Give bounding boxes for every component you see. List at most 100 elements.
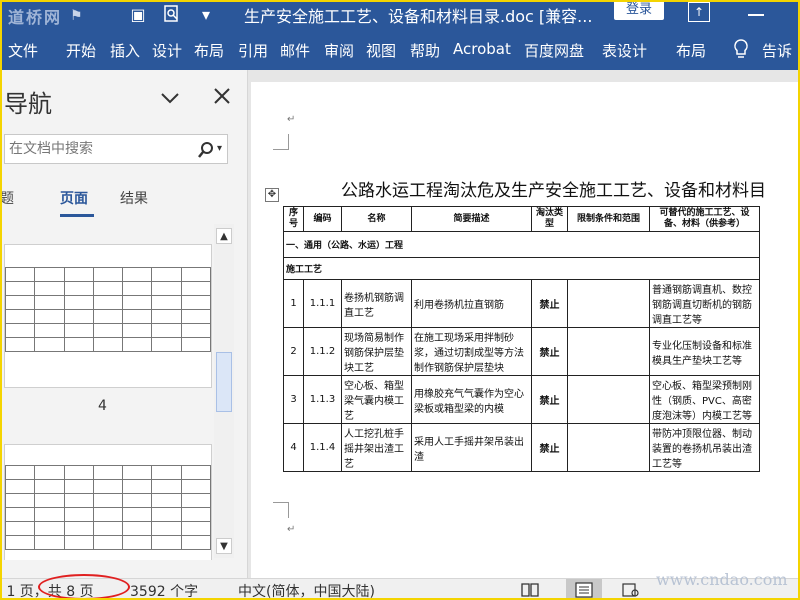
- ribbon-display-icon[interactable]: ↑: [688, 2, 710, 22]
- tab-mailings[interactable]: 邮件: [280, 40, 310, 61]
- tab-layout[interactable]: 布局: [194, 40, 224, 61]
- document-area: ↵ ✥ 公路水运工程淘汰危及生产安全施工工艺、设备和材料目 序号 编码 名称 简…: [249, 70, 800, 578]
- cell-limit: [567, 375, 650, 424]
- content-table[interactable]: 序号 编码 名称 简要描述 淘汰类型 限制条件和范围 可替代的施工工艺、设备、材…: [283, 206, 760, 472]
- thumbnail-scrollbar[interactable]: ▲ ▼: [214, 224, 234, 558]
- nav-tab-headings[interactable]: 标题: [0, 188, 14, 208]
- word-count[interactable]: 3592 个字: [130, 581, 198, 600]
- tab-references[interactable]: 引用: [238, 40, 268, 61]
- page-thumbnail-4[interactable]: [4, 244, 212, 388]
- site-watermark: 道桥网: [8, 8, 63, 27]
- cell-type: 禁止: [531, 279, 568, 328]
- column-header: 序号: [283, 206, 304, 232]
- tab-baidu-netdisk[interactable]: 百度网盘: [524, 40, 584, 61]
- cell-seq: 2: [283, 327, 304, 376]
- page-thumbnails: 4: [0, 234, 236, 560]
- scroll-down-icon[interactable]: ▼: [216, 538, 232, 554]
- print-layout-icon[interactable]: [566, 579, 602, 600]
- cell-alt: 带防冲顶限位器、制动装置的卷扬机吊装出渣工艺等: [649, 423, 760, 472]
- tab-help[interactable]: 帮助: [410, 40, 440, 61]
- minimize-icon[interactable]: [748, 14, 764, 16]
- print-preview-icon[interactable]: [162, 4, 182, 26]
- cell-limit: [567, 327, 650, 376]
- tab-review[interactable]: 审阅: [324, 40, 354, 61]
- chevron-down-icon[interactable]: [160, 90, 180, 104]
- table-row: 2 1.1.2 现场简易制作钢筋保护层垫块工艺 在施工现场采用拌制砂浆，通过切割…: [283, 327, 760, 376]
- thumbnail-page-number: 4: [98, 398, 107, 414]
- quick-access-icon[interactable]: ⚑: [70, 8, 94, 24]
- cell-name: 空心板、箱型梁气囊内模工艺: [341, 375, 412, 424]
- column-header: 编码: [303, 206, 342, 232]
- section-label: 一、通用（公路、水运）工程: [283, 231, 760, 258]
- cell-alt: 空心板、箱型梁预制刚性（钢质、PVC、高密度泡沫等）内模工艺等: [649, 375, 760, 424]
- login-button[interactable]: 登录: [614, 0, 664, 20]
- search-options-icon[interactable]: ▾: [217, 143, 222, 154]
- lightbulb-icon[interactable]: [732, 38, 750, 62]
- more-commands-icon[interactable]: ▾: [196, 4, 216, 26]
- tab-file[interactable]: 文件: [8, 40, 38, 61]
- table-row: 1 1.1.1 卷扬机钢筋调直工艺 利用卷扬机拉直钢筋 禁止 普通钢筋调直机、数…: [283, 279, 760, 328]
- column-header: 名称: [341, 206, 412, 232]
- cell-seq: 1: [283, 279, 304, 328]
- tab-design[interactable]: 设计: [152, 40, 182, 61]
- cell-desc: 采用人工手摇井架吊装出渣: [411, 423, 532, 472]
- nav-tab-results[interactable]: 结果: [120, 188, 148, 208]
- page-count-highlight: [38, 574, 130, 600]
- tab-tell-me[interactable]: 告诉: [762, 40, 792, 61]
- section-label: 施工工艺: [283, 257, 760, 280]
- table-row: 3 1.1.3 空心板、箱型梁气囊内模工艺 用橡胶充气气囊作为空心梁板或箱型梁的…: [283, 375, 760, 424]
- document-heading: 公路水运工程淘汰危及生产安全施工工艺、设备和材料目: [341, 181, 766, 201]
- cell-type: 禁止: [531, 327, 568, 376]
- cell-seq: 3: [283, 375, 304, 424]
- nav-tab-pages[interactable]: 页面: [60, 188, 88, 208]
- cell-desc: 在施工现场采用拌制砂浆，通过切割成型等方法制作钢筋保护层垫块: [411, 327, 532, 376]
- paragraph-mark-icon: ↵: [287, 114, 296, 125]
- column-header: 限制条件和范围: [567, 206, 650, 232]
- close-icon[interactable]: [212, 86, 232, 106]
- read-mode-icon[interactable]: [520, 582, 540, 598]
- cell-name: 现场简易制作钢筋保护层垫块工艺: [341, 327, 412, 376]
- cell-code: 1.1.3: [303, 375, 342, 424]
- language-indicator[interactable]: 中文(简体，中国大陆): [238, 581, 375, 600]
- touch-mode-icon[interactable]: ▣: [128, 4, 148, 26]
- tab-view[interactable]: 视图: [366, 40, 396, 61]
- tab-home[interactable]: 开始: [66, 40, 96, 61]
- thumbnail-table: [4, 267, 212, 352]
- thumbnail-table: [4, 465, 212, 550]
- margin-corner: [273, 134, 289, 150]
- tab-table-layout[interactable]: 布局: [676, 40, 706, 61]
- paragraph-mark-icon: ↵: [287, 524, 296, 535]
- search-box: ▾: [4, 134, 228, 164]
- scroll-up-icon[interactable]: ▲: [216, 228, 232, 244]
- scrollbar-thumb[interactable]: [216, 352, 232, 412]
- cell-alt: 普通钢筋调直机、数控钢筋调直切断机的钢筋调直工艺等: [649, 279, 760, 328]
- cell-limit: [567, 279, 650, 328]
- section-row: 一、通用（公路、水运）工程: [283, 231, 760, 258]
- search-input[interactable]: [9, 139, 189, 159]
- cell-code: 1.1.1: [303, 279, 342, 328]
- cell-name: 卷扬机钢筋调直工艺: [341, 279, 412, 328]
- tab-table-design[interactable]: 表设计: [602, 40, 647, 61]
- column-header: 可替代的施工工艺、设备、材料（供参考）: [649, 206, 760, 232]
- table-move-handle-icon[interactable]: ✥: [265, 188, 279, 202]
- tab-acrobat[interactable]: Acrobat: [453, 40, 511, 58]
- site-url-watermark: www.cndao.com: [656, 570, 788, 589]
- cell-type: 禁止: [531, 375, 568, 424]
- tab-insert[interactable]: 插入: [110, 40, 140, 61]
- margin-corner: [273, 502, 289, 518]
- cell-type: 禁止: [531, 423, 568, 472]
- ribbon-tabs: 文件 开始 插入 设计 布局 引用 邮件 审阅 视图 帮助 Acrobat 百度…: [0, 30, 800, 70]
- cell-seq: 4: [283, 423, 304, 472]
- column-header: 简要描述: [411, 206, 532, 232]
- document-page[interactable]: ↵ ✥ 公路水运工程淘汰危及生产安全施工工艺、设备和材料目 序号 编码 名称 简…: [251, 82, 800, 578]
- table-row: 4 1.1.4 人工挖孔桩手摇井架出渣工艺 采用人工手摇井架吊装出渣 禁止 带防…: [283, 423, 760, 472]
- title-bar: 道桥网 ⚑ ▣ ▾ 生产安全施工工艺、设备和材料目录.doc [兼容... 登录…: [0, 0, 800, 30]
- web-layout-icon[interactable]: [620, 582, 640, 598]
- document-title: 生产安全施工工艺、设备和材料目录.doc [兼容...: [244, 7, 593, 26]
- search-icon[interactable]: [197, 141, 215, 159]
- page-thumbnail-5[interactable]: [4, 444, 212, 560]
- cell-code: 1.1.4: [303, 423, 342, 472]
- active-tab-indicator: [60, 214, 94, 217]
- navigation-pane: 导航 ▾ 标题 页面 结果 4: [0, 70, 248, 578]
- cell-name: 人工挖孔桩手摇井架出渣工艺: [341, 423, 412, 472]
